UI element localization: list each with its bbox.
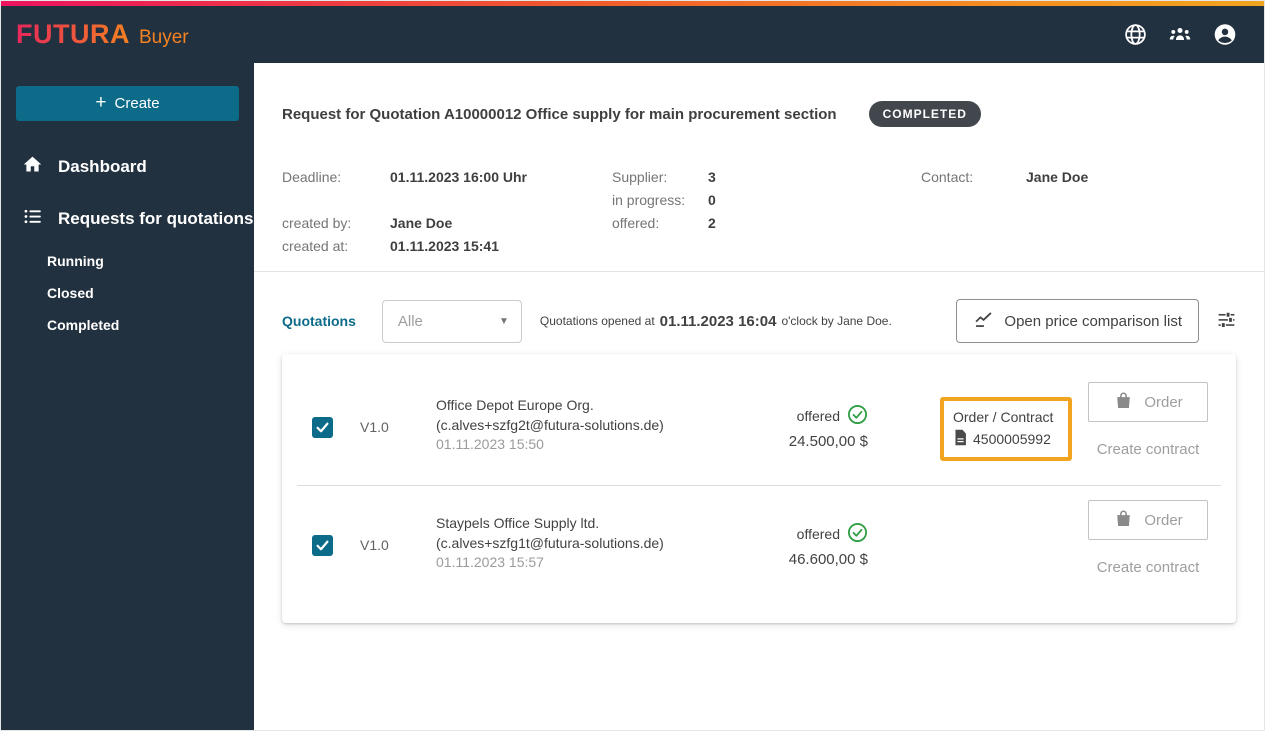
created-at-value: 01.11.2023 15:41 bbox=[390, 238, 499, 254]
deadline-label: Deadline: bbox=[282, 169, 342, 185]
app-window: FUTURA Buyer + Create Dashboard Requests… bbox=[0, 0, 1265, 731]
order-button[interactable]: Order bbox=[1088, 500, 1208, 540]
offer-status: offered bbox=[796, 526, 840, 542]
create-button-label: Create bbox=[114, 95, 160, 112]
check-circle-icon bbox=[847, 404, 868, 428]
quotations-section-label: Quotations bbox=[282, 313, 356, 329]
order-button[interactable]: Order bbox=[1088, 382, 1208, 422]
home-icon bbox=[22, 154, 43, 180]
opened-prefix: Quotations opened at bbox=[539, 314, 655, 328]
quotation-row: V1.0 Staypels Office Supply ltd. (c.alve… bbox=[282, 486, 1236, 603]
offered-count-value: 2 bbox=[708, 215, 716, 231]
section-divider bbox=[254, 271, 1264, 272]
check-circle-icon bbox=[847, 522, 868, 546]
create-contract-link[interactable]: Create contract bbox=[1097, 441, 1200, 458]
created-by-value: Jane Doe bbox=[390, 215, 453, 231]
bag-icon bbox=[1113, 390, 1134, 415]
logo-buyer-text: Buyer bbox=[138, 27, 189, 48]
quotation-row: V1.0 Office Depot Europe Org. (c.alves+s… bbox=[282, 368, 1236, 485]
plus-icon: + bbox=[95, 92, 107, 113]
row-actions: Order Create contract bbox=[1088, 500, 1208, 576]
order-contract-label: Order / Contract bbox=[953, 409, 1054, 425]
supplier-info: Office Depot Europe Org. (c.alves+szfg2t… bbox=[436, 396, 766, 455]
create-button[interactable]: + Create bbox=[16, 86, 239, 121]
sidebar-item-closed[interactable]: Closed bbox=[1, 277, 254, 309]
supplier-count-label: Supplier: bbox=[612, 169, 668, 185]
order-contract-box[interactable]: Order / Contract 4500005992 bbox=[940, 397, 1072, 461]
opened-suffix: o'clock by Jane Doe. bbox=[781, 314, 892, 328]
page-title: Request for Quotation A10000012 Office s… bbox=[282, 105, 837, 123]
order-button-label: Order bbox=[1144, 393, 1183, 411]
offered-count-label: offered: bbox=[612, 215, 660, 231]
opened-time: 01.11.2023 16:04 bbox=[659, 312, 777, 330]
chart-icon bbox=[973, 309, 994, 334]
created-at-label: created at: bbox=[282, 238, 349, 254]
in-progress-value: 0 bbox=[708, 192, 716, 208]
order-button-label: Order bbox=[1144, 511, 1183, 529]
sidebar-item-dashboard[interactable]: Dashboard bbox=[1, 141, 254, 193]
quotation-checkbox[interactable] bbox=[312, 535, 333, 556]
sidebar-item-label: Requests for quotations bbox=[58, 209, 254, 228]
quotations-opened-info: Quotations opened at 01.11.2023 16:04 o'… bbox=[540, 313, 892, 330]
created-by-label: created by: bbox=[282, 215, 352, 231]
chevron-down-icon: ▼ bbox=[498, 315, 509, 327]
create-contract-link[interactable]: Create contract bbox=[1097, 559, 1200, 576]
check-icon bbox=[316, 540, 329, 551]
open-price-comparison-button[interactable]: Open price comparison list bbox=[956, 299, 1199, 343]
supplier-name: Office Depot Europe Org. bbox=[436, 397, 594, 413]
topbar-icons bbox=[1122, 22, 1238, 48]
contact-value: Jane Doe bbox=[1026, 169, 1089, 185]
quotation-checkbox[interactable] bbox=[312, 417, 333, 438]
bag-icon bbox=[1113, 508, 1134, 533]
main-content: Request for Quotation A10000012 Office s… bbox=[254, 63, 1264, 730]
row-actions: Order Create contract bbox=[1088, 382, 1208, 458]
submitted-at: 01.11.2023 15:50 bbox=[436, 436, 544, 452]
status-badge: COMPLETED bbox=[868, 101, 981, 127]
filter-settings-button[interactable] bbox=[1217, 310, 1236, 332]
rfq-details: Deadline: 01.11.2023 16:00 Uhr created b… bbox=[282, 165, 1236, 261]
globe-icon[interactable] bbox=[1122, 22, 1148, 48]
tune-icon bbox=[1217, 310, 1236, 332]
submitted-at: 01.11.2023 15:57 bbox=[436, 554, 544, 570]
quotations-card: V1.0 Office Depot Europe Org. (c.alves+s… bbox=[282, 354, 1236, 623]
app-logo[interactable]: FUTURA Buyer bbox=[16, 19, 189, 50]
team-icon[interactable] bbox=[1167, 22, 1193, 48]
supplier-info: Staypels Office Supply ltd. (c.alves+szf… bbox=[436, 514, 766, 573]
list-icon bbox=[22, 206, 43, 232]
brand-gradient-bar bbox=[1, 1, 1264, 6]
offer-status: offered bbox=[796, 408, 840, 424]
filter-selected-value: Alle bbox=[397, 312, 423, 330]
supplier-name: Staypels Office Supply ltd. bbox=[436, 515, 600, 531]
document-icon bbox=[953, 429, 968, 449]
sidebar-item-label: Dashboard bbox=[58, 157, 147, 176]
sidebar-item-running[interactable]: Running bbox=[1, 245, 254, 277]
offer-status-block: offered 24.500,00 $ bbox=[766, 404, 868, 450]
in-progress-label: in progress: bbox=[612, 192, 686, 208]
deadline-value: 01.11.2023 16:00 Uhr bbox=[390, 169, 527, 185]
offer-price: 24.500,00 $ bbox=[788, 433, 868, 450]
sidebar-item-completed[interactable]: Completed bbox=[1, 309, 254, 341]
title-row: Request for Quotation A10000012 Office s… bbox=[282, 101, 1236, 127]
quotations-toolbar: Quotations Alle ▼ Quotations opened at 0… bbox=[282, 298, 1236, 344]
logo-futura-text: FUTURA bbox=[16, 19, 130, 49]
supplier-email: (c.alves+szfg2t@futura-solutions.de) bbox=[436, 416, 664, 433]
contact-label: Contact: bbox=[921, 169, 974, 185]
offer-price: 46.600,00 $ bbox=[788, 551, 868, 568]
quotation-version: V1.0 bbox=[360, 419, 389, 435]
supplier-count-value: 3 bbox=[708, 169, 716, 185]
sidebar-item-requests-for-quotations[interactable]: Requests for quotations bbox=[1, 193, 254, 245]
sidebar-nav: Dashboard Requests for quotations Runnin… bbox=[1, 141, 254, 341]
offer-status-block: offered 46.600,00 $ bbox=[766, 522, 868, 568]
topbar: FUTURA Buyer bbox=[1, 1, 1264, 63]
check-icon bbox=[316, 422, 329, 433]
open-price-comparison-label: Open price comparison list bbox=[1004, 312, 1182, 330]
quotations-filter-select[interactable]: Alle ▼ bbox=[381, 299, 522, 343]
account-icon[interactable] bbox=[1212, 22, 1238, 48]
quotation-version: V1.0 bbox=[360, 537, 389, 553]
sidebar: + Create Dashboard Requests for quotatio… bbox=[1, 63, 254, 730]
supplier-email: (c.alves+szfg1t@futura-solutions.de) bbox=[436, 534, 664, 551]
order-contract-number[interactable]: 4500005992 bbox=[973, 431, 1051, 447]
